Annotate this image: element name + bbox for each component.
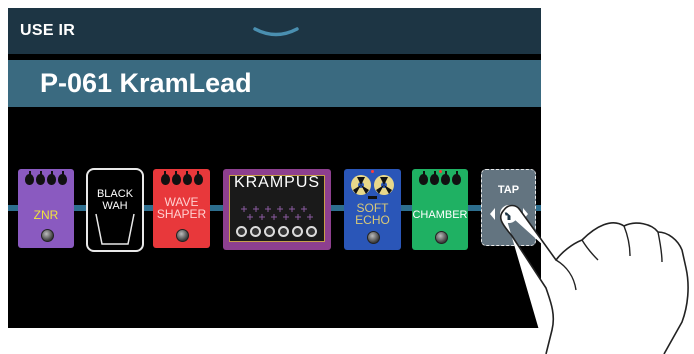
tape-reels-icon bbox=[351, 175, 394, 199]
effect-label: ZNR bbox=[33, 208, 59, 222]
effect-black-wah[interactable]: BLACK WAH bbox=[86, 168, 144, 252]
knob-row bbox=[18, 171, 74, 185]
effect-znr[interactable]: ZNR bbox=[18, 169, 74, 248]
wah-pedal-outline-icon bbox=[95, 213, 135, 245]
top-bar: USE IR bbox=[8, 8, 541, 54]
krampus-panel: KRAMPUS bbox=[229, 175, 325, 242]
effect-label: KRAMPUS bbox=[233, 174, 321, 191]
tapping-hand-icon bbox=[499, 204, 689, 354]
led-indicator bbox=[438, 170, 442, 173]
footswitch-icon bbox=[434, 231, 448, 244]
knob-row bbox=[236, 226, 317, 237]
effect-wave-shaper[interactable]: WAVE SHAPER bbox=[153, 169, 210, 248]
patch-name: P-061 KramLead bbox=[40, 68, 252, 98]
effect-krampus[interactable]: KRAMPUS bbox=[223, 169, 331, 250]
knob-row bbox=[153, 171, 210, 185]
effect-chamber[interactable]: CHAMBER bbox=[412, 169, 468, 250]
patch-name-bar[interactable]: P-061 KramLead bbox=[8, 60, 541, 107]
footswitch-icon bbox=[176, 229, 189, 242]
tap-label: TAP bbox=[497, 184, 520, 196]
effect-label: WAVE SHAPER bbox=[156, 195, 207, 221]
use-ir-label: USE IR bbox=[20, 22, 76, 39]
crosshatch-pattern-icon bbox=[241, 206, 313, 220]
knob-row bbox=[412, 171, 468, 185]
effect-soft-echo[interactable]: SOFT ECHO bbox=[344, 169, 401, 250]
effect-label: CHAMBER bbox=[412, 209, 468, 221]
footswitch-icon bbox=[367, 231, 380, 244]
footswitch-icon bbox=[40, 229, 54, 242]
device-screen: USE IR P-061 KramLead ZNR BLACK WAH WAVE bbox=[8, 8, 541, 328]
chevron-down-icon[interactable] bbox=[253, 26, 299, 40]
effect-label: SOFT ECHO bbox=[355, 201, 390, 227]
